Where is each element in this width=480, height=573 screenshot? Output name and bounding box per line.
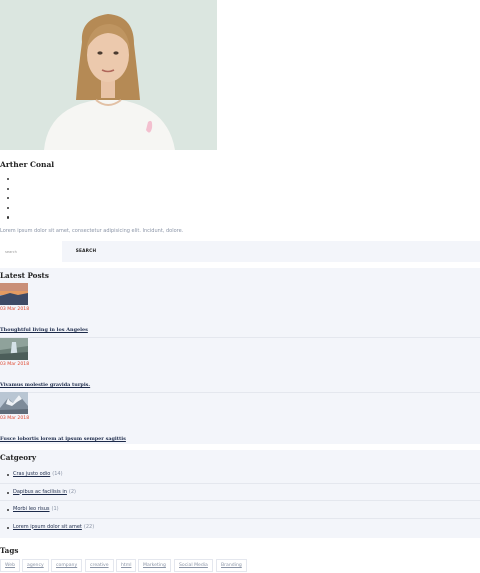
- category-item: Lorem ipsum dolor sit amet (22): [0, 519, 480, 537]
- category-item: Dapibus ac facilisis in (2): [0, 484, 480, 501]
- category-item: Cras justo odio (14): [0, 466, 480, 484]
- social-link-1[interactable]: [0, 175, 10, 185]
- post-item: 03 Mar 2018 Thoughtful living in los Ang…: [0, 283, 480, 338]
- search-button[interactable]: SEARCH: [62, 241, 110, 262]
- tag-link[interactable]: Marketing: [138, 559, 171, 572]
- author-bio: Lorem ipsum dolor sit amet, consectetur …: [0, 228, 184, 234]
- latest-posts-title: Latest Posts: [0, 271, 49, 280]
- search-widget: SEARCH: [0, 241, 480, 262]
- post-date: 03 Mar 2018: [0, 416, 30, 421]
- social-links: [0, 175, 10, 223]
- tag-link[interactable]: Branding: [216, 559, 247, 572]
- category-count: (14): [52, 471, 63, 477]
- post-item: 03 Mar 2018 Fusce lobortis lorem at ipsu…: [0, 392, 480, 446]
- post-date: 03 Mar 2018: [0, 362, 30, 367]
- post-thumbnail[interactable]: [0, 338, 28, 360]
- category-list: Cras justo odio (14) Dapibus ac facilisis…: [0, 466, 480, 536]
- post-title-link[interactable]: Thoughtful living in los Angeles: [0, 327, 88, 333]
- category-link[interactable]: Cras justo odio: [13, 471, 50, 477]
- tags-title: Tags: [0, 546, 19, 555]
- category-count: (2): [68, 488, 76, 495]
- social-link-3[interactable]: [0, 194, 10, 204]
- tag-link[interactable]: agency: [22, 559, 49, 572]
- social-link-4[interactable]: [0, 204, 10, 214]
- post-title-link[interactable]: Fusce lobortis lorem at ipsum semper sag…: [0, 436, 126, 442]
- latest-posts-widget: Latest Posts 03 Mar 2018 Thoughtful livi…: [0, 268, 480, 444]
- tag-link[interactable]: html: [116, 559, 137, 572]
- tag-link[interactable]: company: [51, 559, 83, 572]
- tag-link[interactable]: Web: [0, 559, 21, 572]
- category-link[interactable]: Morbi leo risus: [13, 506, 50, 512]
- author-photo: [0, 0, 217, 150]
- category-title: Catgeory: [0, 453, 37, 462]
- post-thumbnail[interactable]: [0, 392, 28, 414]
- woman-portrait-photo-icon: [0, 0, 217, 150]
- category-widget: Catgeory Cras justo odio (14) Dapibus ac …: [0, 450, 480, 538]
- category-count: (22): [83, 523, 95, 530]
- category-count: (1): [51, 506, 59, 512]
- post-item: 03 Mar 2018 Vivamus molestie gravida tur…: [0, 338, 480, 393]
- category-item: Morbi leo risus (1): [0, 501, 480, 519]
- tag-link[interactable]: creative: [85, 559, 114, 572]
- post-title-link[interactable]: Vivamus molestie gravida turpis.: [0, 382, 90, 388]
- tag-link[interactable]: Social Media: [174, 559, 213, 572]
- post-date: 03 Mar 2018: [0, 307, 30, 312]
- category-link[interactable]: Lorem ipsum dolor sit amet: [13, 524, 82, 530]
- waterfall-landscape-thumbnail-icon: [0, 338, 28, 360]
- post-thumbnail[interactable]: [0, 283, 28, 305]
- category-link[interactable]: Dapibus ac facilisis in: [13, 489, 67, 495]
- social-link-5[interactable]: [0, 213, 10, 223]
- snowy-mountain-thumbnail-icon: [0, 392, 28, 414]
- search-input[interactable]: [0, 241, 62, 262]
- social-link-2[interactable]: [0, 185, 10, 195]
- author-name: Arther Conal: [0, 160, 55, 169]
- sunset-landscape-thumbnail-icon: [0, 283, 28, 305]
